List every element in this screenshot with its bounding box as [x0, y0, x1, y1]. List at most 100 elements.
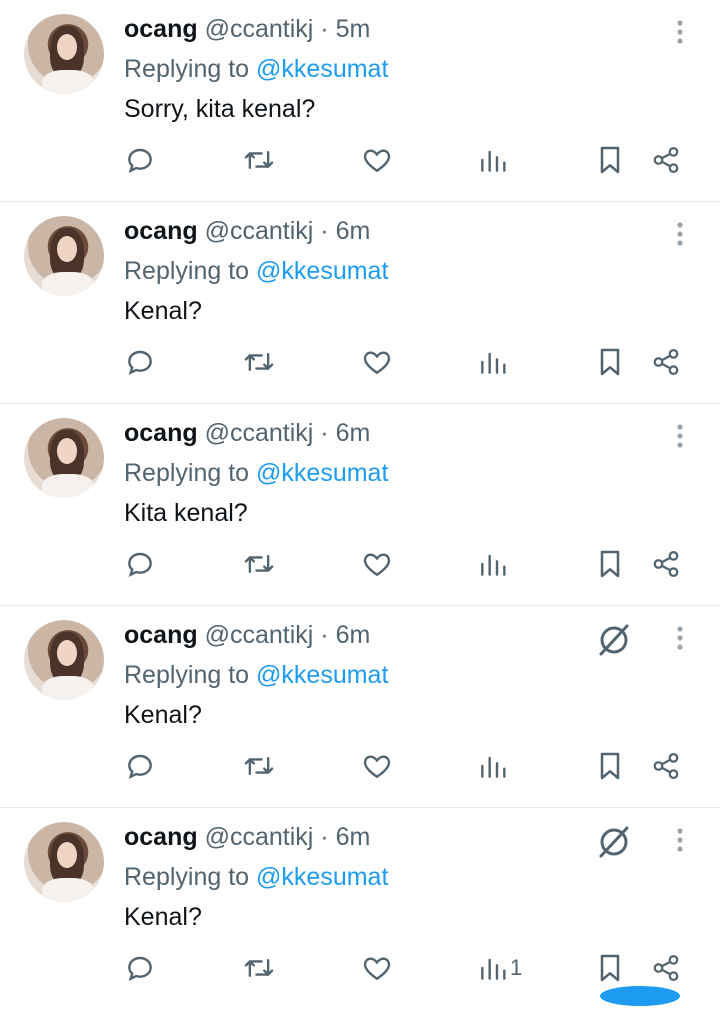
views-button[interactable]: 1: [478, 952, 522, 984]
compose-fab[interactable]: [600, 986, 680, 1006]
tweet[interactable]: ocang @ccantikj · 6m Replying to @kkesum…: [0, 606, 720, 808]
retweet-icon: [242, 952, 276, 984]
timestamp[interactable]: 6m: [336, 823, 371, 851]
grok-icon[interactable]: [596, 824, 632, 860]
retweet-button[interactable]: [242, 144, 276, 176]
share-button[interactable]: [651, 144, 681, 176]
reply-button[interactable]: [124, 750, 156, 782]
reply-button[interactable]: [124, 144, 156, 176]
reply-icon: [124, 346, 156, 378]
replying-to-label: Replying to: [124, 459, 250, 487]
mention-link[interactable]: @kkesumat: [256, 55, 388, 83]
share-icon: [651, 952, 681, 984]
reply-button[interactable]: [124, 952, 156, 984]
action-bar: [0, 544, 720, 584]
bookmark-button[interactable]: [596, 346, 624, 378]
avatar[interactable]: [24, 822, 104, 902]
user-handle[interactable]: @ccantikj: [205, 217, 314, 245]
share-button[interactable]: [651, 346, 681, 378]
tweet-header: ocang @ccantikj · 6m: [124, 216, 370, 246]
more-vertical-icon[interactable]: [668, 624, 692, 652]
retweet-button[interactable]: [242, 548, 276, 580]
mention-link[interactable]: @kkesumat: [256, 661, 388, 689]
display-name[interactable]: ocang: [124, 621, 198, 649]
display-name[interactable]: ocang: [124, 15, 198, 43]
like-button[interactable]: [361, 750, 393, 782]
user-handle[interactable]: @ccantikj: [205, 419, 314, 447]
bookmark-icon: [596, 548, 624, 580]
retweet-button[interactable]: [242, 750, 276, 782]
grok-icon[interactable]: [596, 622, 632, 658]
tweet-header: ocang @ccantikj · 5m: [124, 14, 370, 44]
more-vertical-icon[interactable]: [668, 422, 692, 450]
views-button[interactable]: [478, 750, 510, 782]
display-name[interactable]: ocang: [124, 823, 198, 851]
replying-to-label: Replying to: [124, 257, 250, 285]
mention-link[interactable]: @kkesumat: [256, 863, 388, 891]
separator: ·: [320, 217, 329, 245]
user-handle[interactable]: @ccantikj: [205, 15, 314, 43]
mention-link[interactable]: @kkesumat: [256, 459, 388, 487]
views-icon: [478, 346, 508, 378]
retweet-icon: [242, 548, 276, 580]
avatar[interactable]: [24, 620, 104, 700]
reply-icon: [124, 144, 156, 176]
like-button[interactable]: [361, 548, 393, 580]
display-name[interactable]: ocang: [124, 419, 198, 447]
replying-to-label: Replying to: [124, 661, 250, 689]
retweet-button[interactable]: [242, 952, 276, 984]
bookmark-button[interactable]: [596, 548, 624, 580]
user-handle[interactable]: @ccantikj: [205, 621, 314, 649]
timestamp[interactable]: 6m: [336, 217, 371, 245]
tweet[interactable]: ocang @ccantikj · 6m Replying to @kkesum…: [0, 202, 720, 404]
bookmark-button[interactable]: [596, 750, 624, 782]
tweet[interactable]: ocang @ccantikj · 5m Replying to @kkesum…: [0, 0, 720, 202]
bookmark-button[interactable]: [596, 952, 624, 984]
like-button[interactable]: [361, 952, 393, 984]
replying-to: Replying to @kkesumat: [124, 458, 388, 488]
share-icon: [651, 144, 681, 176]
more-vertical-icon[interactable]: [668, 18, 692, 46]
timestamp[interactable]: 5m: [336, 15, 371, 43]
tweet-text: Kenal?: [124, 297, 202, 325]
views-button[interactable]: [478, 548, 510, 580]
share-button[interactable]: [651, 750, 681, 782]
share-icon: [651, 548, 681, 580]
share-button[interactable]: [651, 548, 681, 580]
tweet[interactable]: ocang @ccantikj · 6m Replying to @kkesum…: [0, 808, 720, 1010]
more-vertical-icon[interactable]: [668, 826, 692, 854]
bookmark-icon: [596, 952, 624, 984]
avatar[interactable]: [24, 216, 104, 296]
share-button[interactable]: [651, 952, 681, 984]
display-name[interactable]: ocang: [124, 217, 198, 245]
user-handle[interactable]: @ccantikj: [205, 823, 314, 851]
tweet-text: Kenal?: [124, 903, 202, 931]
heart-icon: [361, 952, 393, 984]
tweet[interactable]: ocang @ccantikj · 6m Replying to @kkesum…: [0, 404, 720, 606]
bookmark-button[interactable]: [596, 144, 624, 176]
more-vertical-icon[interactable]: [668, 220, 692, 248]
bookmark-icon: [596, 144, 624, 176]
action-bar: [0, 140, 720, 180]
like-button[interactable]: [361, 144, 393, 176]
reply-button[interactable]: [124, 346, 156, 378]
views-count: 1: [510, 955, 523, 980]
timestamp[interactable]: 6m: [336, 419, 371, 447]
tweet-text: Kita kenal?: [124, 499, 248, 527]
tweet-header: ocang @ccantikj · 6m: [124, 822, 370, 852]
replying-to-label: Replying to: [124, 55, 250, 83]
replying-to: Replying to @kkesumat: [124, 54, 388, 84]
like-button[interactable]: [361, 346, 393, 378]
reply-button[interactable]: [124, 548, 156, 580]
views-button[interactable]: [478, 346, 510, 378]
timestamp[interactable]: 6m: [336, 621, 371, 649]
reply-icon: [124, 548, 156, 580]
action-bar: 1: [0, 948, 720, 988]
mention-link[interactable]: @kkesumat: [256, 257, 388, 285]
views-button[interactable]: [478, 144, 510, 176]
retweet-button[interactable]: [242, 346, 276, 378]
reply-feed: ocang @ccantikj · 5m Replying to @kkesum…: [0, 0, 720, 1010]
avatar[interactable]: [24, 418, 104, 498]
avatar[interactable]: [24, 14, 104, 94]
separator: ·: [320, 15, 329, 43]
